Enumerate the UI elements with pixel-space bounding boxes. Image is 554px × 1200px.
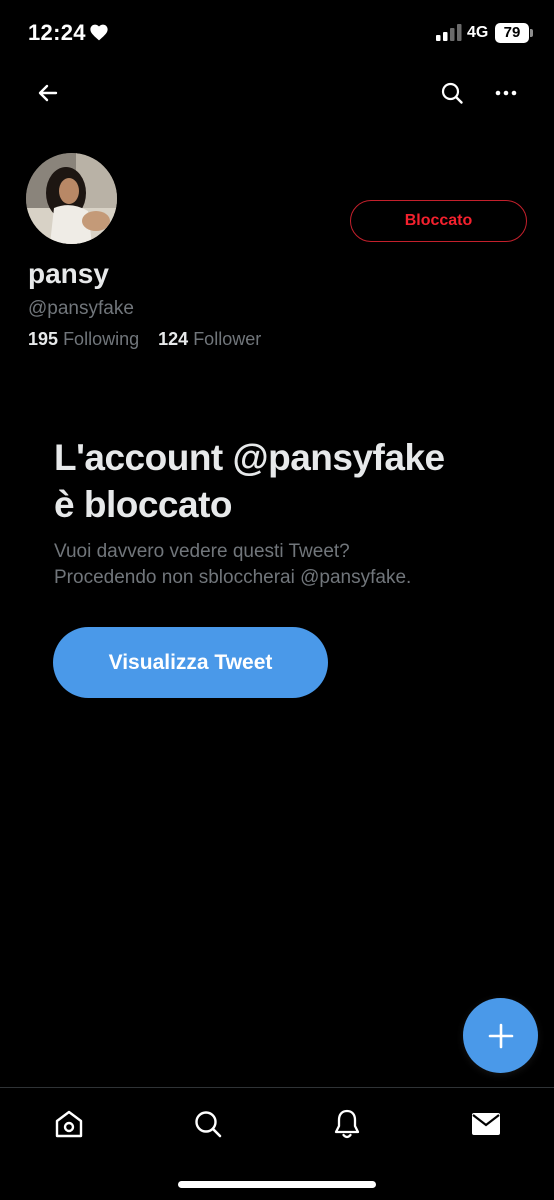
followers-link[interactable]: 124 Follower (158, 329, 261, 350)
heart-icon (90, 24, 108, 41)
search-icon (195, 1111, 222, 1138)
avatar-photo (26, 153, 117, 244)
blocked-title-line1: L'account @pansyfake (54, 437, 445, 478)
tab-notifications[interactable] (325, 1102, 369, 1146)
tab-home[interactable] (47, 1102, 91, 1146)
status-time: 12:24 (28, 20, 86, 45)
network-label: 4G (467, 24, 489, 41)
search-button[interactable] (430, 71, 474, 115)
profile-screen: 12:24 4G 79 Bloccato pansy @pansyfake 19… (0, 0, 554, 1200)
tab-search[interactable] (186, 1102, 230, 1146)
display-name: pansy (28, 258, 109, 289)
blocked-button[interactable]: Bloccato (350, 200, 527, 242)
more-icon (495, 90, 517, 96)
bell-icon (334, 1109, 360, 1139)
battery-tip (530, 29, 533, 37)
view-tweets-button[interactable]: Visualizza Tweet (53, 627, 328, 698)
more-button[interactable] (484, 71, 528, 115)
battery-level: 79 (503, 24, 521, 41)
blocked-desc-line1: Vuoi davvero vedere questi Tweet? (54, 541, 350, 562)
back-button[interactable] (26, 71, 70, 115)
blocked-title-line2: è bloccato (54, 484, 233, 525)
blocked-desc-line2: Procedendo non sbloccherai @pansyfake. (54, 567, 412, 588)
followers-count: 124 (158, 329, 189, 349)
signal-icon (436, 24, 462, 41)
status-bar: 12:24 4G 79 (0, 0, 554, 64)
tab-messages[interactable] (464, 1102, 508, 1146)
followers-label: Follower (193, 329, 262, 349)
following-link[interactable]: 195 Following (28, 329, 139, 350)
plus-icon (488, 1023, 513, 1048)
avatar[interactable] (26, 153, 117, 244)
search-icon (441, 82, 463, 104)
battery-icon: 79 (495, 23, 529, 43)
profile-handle: @pansyfake (28, 298, 134, 319)
blocked-title: L'account @pansyfake è bloccato (54, 434, 514, 528)
blocked-description: Vuoi davvero vedere questi Tweet? Proced… (54, 539, 514, 591)
back-arrow-icon (38, 84, 58, 102)
compose-button[interactable] (463, 998, 538, 1073)
following-label: Following (63, 329, 140, 349)
following-count: 195 (28, 329, 59, 349)
home-indicator (178, 1181, 376, 1188)
profile-stats: 195 Following 124 Follower (28, 329, 275, 350)
home-icon (55, 1110, 83, 1138)
envelope-icon (472, 1113, 500, 1135)
